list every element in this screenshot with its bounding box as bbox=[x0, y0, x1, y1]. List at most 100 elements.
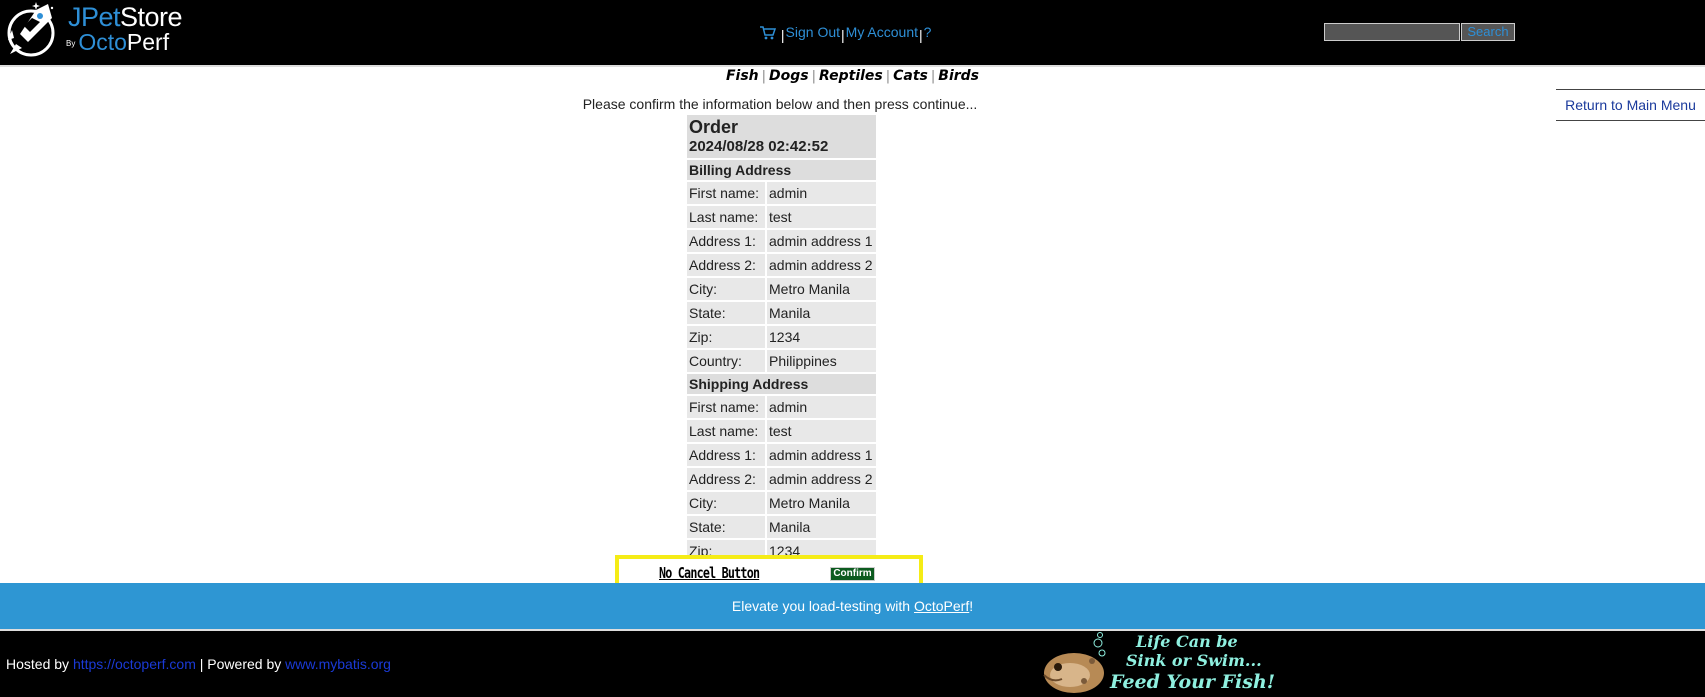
feed-your-fish-banner[interactable]: Life Can be Sink or Swim... Feed Your Fi… bbox=[1040, 631, 1300, 697]
billing-field-value: test bbox=[767, 206, 876, 228]
footer-banner-suffix: ! bbox=[969, 598, 974, 614]
banner-line-1: Life Can be bbox=[1136, 632, 1238, 651]
rocket-logo-icon bbox=[7, 2, 55, 57]
shipping-row: Address 2: admin address 2 bbox=[687, 468, 876, 490]
banner-line-2: Sink or Swim... bbox=[1126, 651, 1262, 670]
shipping-field-label: Address 1: bbox=[687, 444, 765, 466]
billing-row: Address 2: admin address 2 bbox=[687, 254, 876, 276]
billing-field-value: Metro Manila bbox=[767, 278, 876, 300]
octoperf-url-link[interactable]: https://octoperf.com bbox=[73, 656, 196, 672]
billing-field-label: First name: bbox=[687, 182, 765, 204]
billing-field-label: City: bbox=[687, 278, 765, 300]
shipping-field-label: State: bbox=[687, 516, 765, 538]
shipping-row: Address 1: admin address 1 bbox=[687, 444, 876, 466]
sign-out-link[interactable]: Sign Out bbox=[786, 24, 840, 40]
search-input[interactable] bbox=[1324, 23, 1460, 41]
billing-header-row: Billing Address bbox=[687, 160, 876, 180]
octoperf-link[interactable]: OctoPerf bbox=[914, 598, 969, 614]
cart-link[interactable] bbox=[760, 24, 780, 40]
shipping-field-value: test bbox=[767, 420, 876, 442]
quicklink-reptiles[interactable]: Reptiles bbox=[819, 68, 883, 84]
billing-row: Address 1: admin address 1 bbox=[687, 230, 876, 252]
quicklink-separator: | bbox=[811, 69, 817, 84]
fish-icon bbox=[1043, 632, 1106, 693]
order-title: Order bbox=[689, 117, 739, 137]
billing-field-value: admin bbox=[767, 182, 876, 204]
billing-row: Zip: 1234 bbox=[687, 326, 876, 348]
powered-prefix: | Powered by bbox=[195, 656, 286, 672]
no-cancel-annotation: No Cancel Button bbox=[659, 564, 760, 582]
billing-row: State: Manila bbox=[687, 302, 876, 324]
quicklink-cats[interactable]: Cats bbox=[893, 68, 928, 84]
quicklink-separator: | bbox=[761, 69, 767, 84]
footer-banner-text: Elevate you load-testing with bbox=[731, 598, 914, 614]
billing-field-label: Zip: bbox=[687, 326, 765, 348]
billing-field-label: Last name: bbox=[687, 206, 765, 228]
hosted-prefix: Hosted by bbox=[6, 656, 73, 672]
quicklink-dogs[interactable]: Dogs bbox=[769, 68, 809, 84]
billing-row: Last name: test bbox=[687, 206, 876, 228]
quicklink-birds[interactable]: Birds bbox=[938, 68, 979, 84]
confirm-button[interactable]: Confirm bbox=[830, 567, 875, 581]
billing-field-label: Address 2: bbox=[687, 254, 765, 276]
shipping-row: Last name: test bbox=[687, 420, 876, 442]
help-link[interactable]: ? bbox=[924, 24, 932, 40]
billing-row: City: Metro Manila bbox=[687, 278, 876, 300]
shipping-field-value: Manila bbox=[767, 516, 876, 538]
billing-field-value: 1234 bbox=[767, 326, 876, 348]
menu-separator: | bbox=[780, 27, 785, 43]
logo-store: Store bbox=[120, 2, 183, 32]
banner-line-3: Feed Your Fish! bbox=[1110, 671, 1276, 693]
shipping-field-label: First name: bbox=[687, 396, 765, 418]
header: JPetStore By OctoPerf |Sign Out|My Accoun… bbox=[0, 0, 1705, 67]
jpetstore-logo[interactable]: JPetStore By OctoPerf bbox=[6, 0, 186, 62]
hosted-by-text: Hosted by https://octoperf.com | Powered… bbox=[6, 656, 391, 672]
my-account-link[interactable]: My Account bbox=[846, 24, 918, 40]
billing-field-label: Address 1: bbox=[687, 230, 765, 252]
quicklink-separator: | bbox=[885, 69, 891, 84]
menu-separator: | bbox=[841, 27, 845, 43]
billing-field-value: admin address 2 bbox=[767, 254, 876, 276]
return-to-main-menu-link[interactable]: Return to Main Menu bbox=[1556, 89, 1705, 121]
billing-row: First name: admin bbox=[687, 182, 876, 204]
shipping-field-value: Metro Manila bbox=[767, 492, 876, 514]
billing-field-value: admin address 1 bbox=[767, 230, 876, 252]
billing-field-value: Manila bbox=[767, 302, 876, 324]
order-table: Order 2024/08/28 02:42:52 Billing Addres… bbox=[685, 113, 878, 588]
shipping-address-header: Shipping Address bbox=[687, 374, 876, 394]
shipping-row: State: Manila bbox=[687, 516, 876, 538]
quicklink-separator: | bbox=[930, 69, 936, 84]
billing-field-label: Country: bbox=[687, 350, 765, 372]
footer: Hosted by https://octoperf.com | Powered… bbox=[0, 631, 1705, 697]
shipping-field-label: Last name: bbox=[687, 420, 765, 442]
mybatis-link[interactable]: www.mybatis.org bbox=[285, 656, 391, 672]
order-title-cell: Order 2024/08/28 02:42:52 bbox=[687, 115, 876, 158]
billing-row: Country: Philippines bbox=[687, 350, 876, 372]
billing-field-value: Philippines bbox=[767, 350, 876, 372]
shipping-header-row: Shipping Address bbox=[687, 374, 876, 394]
shipping-row: First name: admin bbox=[687, 396, 876, 418]
shipping-row: City: Metro Manila bbox=[687, 492, 876, 514]
order-datetime: 2024/08/28 02:42:52 bbox=[689, 138, 829, 155]
billing-field-label: State: bbox=[687, 302, 765, 324]
menu-separator: | bbox=[919, 27, 923, 43]
logo-perf: Perf bbox=[126, 29, 170, 55]
shipping-field-value: admin bbox=[767, 396, 876, 418]
shipping-field-label: Address 2: bbox=[687, 468, 765, 490]
cart-icon bbox=[760, 26, 776, 40]
logo-by: By bbox=[66, 39, 76, 49]
order-title-row: Order 2024/08/28 02:42:52 bbox=[687, 115, 876, 158]
header-menu: |Sign Out|My Account|? bbox=[760, 23, 932, 43]
confirm-message: Please confirm the information below and… bbox=[582, 96, 978, 112]
search-button[interactable]: Search bbox=[1461, 23, 1515, 41]
quicklink-fish[interactable]: Fish bbox=[726, 68, 759, 84]
shipping-field-value: admin address 2 bbox=[767, 468, 876, 490]
shipping-field-label: City: bbox=[687, 492, 765, 514]
billing-address-header: Billing Address bbox=[687, 160, 876, 180]
shipping-field-value: admin address 1 bbox=[767, 444, 876, 466]
logo-jpet: JPet bbox=[68, 2, 121, 32]
logo-octo: Octo bbox=[78, 29, 127, 55]
footer-banner: Elevate you load-testing with OctoPerf! bbox=[0, 583, 1705, 631]
logo-subtitle: By OctoPerf bbox=[66, 29, 169, 56]
category-quicklinks: Fish | Dogs | Reptiles | Cats | Birds bbox=[0, 68, 1705, 84]
